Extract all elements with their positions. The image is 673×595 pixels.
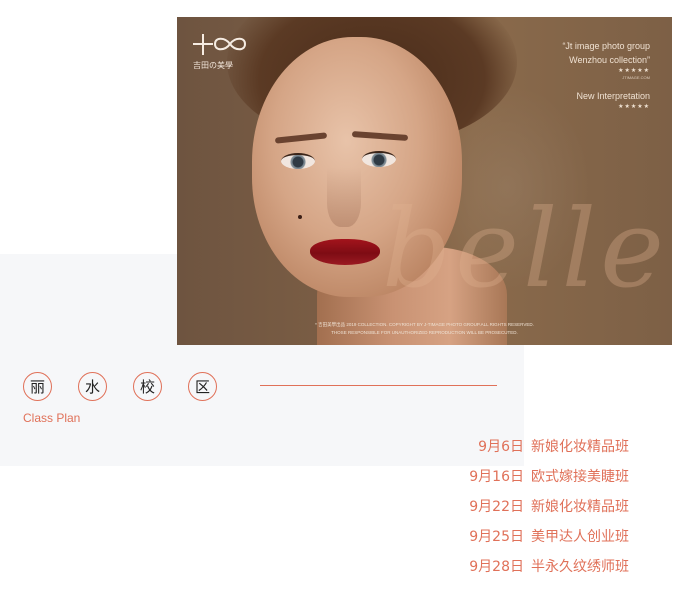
photo-left-eye xyxy=(281,153,315,169)
tagline-line-2: Wenzhou collection” xyxy=(569,55,650,65)
schedule-row: 9月22日 新娘化妆精品班 xyxy=(469,492,629,522)
schedule-course: 半永久纹绣师班 xyxy=(531,559,629,575)
schedule-row: 9月16日 欧式嫁接美睫班 xyxy=(469,462,629,492)
schedule-date: 9月28日 xyxy=(469,559,524,575)
photo-right-eye xyxy=(362,151,396,167)
photo-script-text: belle xyxy=(382,187,669,312)
hero-photo: belle 吉田の美學 “Jt image photo group Wenzho… xyxy=(177,17,672,345)
photo-nose xyxy=(327,167,361,227)
infinity-logo-icon xyxy=(193,34,247,55)
schedule-course: 新娘化妆精品班 xyxy=(531,499,629,515)
tagline-stars-1: ★★★★★ xyxy=(618,68,650,74)
photo-copyright: * 吉田美學出品 2019 COLLECTION. COPYRIGHT BY J… xyxy=(177,321,672,337)
schedule-course: 欧式嫁接美睫班 xyxy=(531,469,629,485)
tagline-small-text: JTIMAGE.COM xyxy=(622,75,650,80)
schedule-row: 9月28日 半永久纹绣师班 xyxy=(469,552,629,582)
tagline-line-3: New Interpretation xyxy=(576,91,650,101)
page: belle 吉田の美學 “Jt image photo group Wenzho… xyxy=(0,0,673,595)
logo-caption: 吉田の美學 xyxy=(193,61,233,70)
schedule-course: 美甲达人创业班 xyxy=(531,529,629,545)
campus-char-3: 校 xyxy=(133,372,162,401)
photo-beauty-mark xyxy=(298,215,302,219)
campus-char-2: 水 xyxy=(78,372,107,401)
schedule-date: 9月25日 xyxy=(469,529,524,545)
class-schedule: 9月6日 新娘化妆精品班 9月16日 欧式嫁接美睫班 9月22日 新娘化妆精品班 9月… xyxy=(469,432,629,582)
copyright-line-1: * 吉田美學出品 2019 COLLECTION. COPYRIGHT BY J… xyxy=(315,322,534,327)
schedule-row: 9月25日 美甲达人创业班 xyxy=(469,522,629,552)
brand-logo: 吉田の美學 xyxy=(191,31,255,71)
campus-title: 丽 水 校 区 xyxy=(23,372,217,401)
tagline-line-1: “Jt image photo group xyxy=(562,41,650,51)
tagline-stars-2: ★★★★★ xyxy=(618,104,650,110)
campus-char-4: 区 xyxy=(188,372,217,401)
schedule-row: 9月6日 新娘化妆精品班 xyxy=(469,432,629,462)
title-divider xyxy=(260,385,497,386)
photo-lips xyxy=(310,239,380,265)
schedule-course: 新娘化妆精品班 xyxy=(531,439,629,455)
copyright-line-2: THOSE RESPONSIBLE FOR UNAUTHORIZED REPRO… xyxy=(331,330,518,335)
schedule-date: 9月16日 xyxy=(469,469,524,485)
schedule-date: 9月22日 xyxy=(469,499,524,515)
class-plan-subtitle: Class Plan xyxy=(23,411,81,425)
photo-tagline: “Jt image photo group Wenzhou collection… xyxy=(562,39,650,111)
campus-char-1: 丽 xyxy=(23,372,52,401)
schedule-date: 9月6日 xyxy=(478,439,524,455)
